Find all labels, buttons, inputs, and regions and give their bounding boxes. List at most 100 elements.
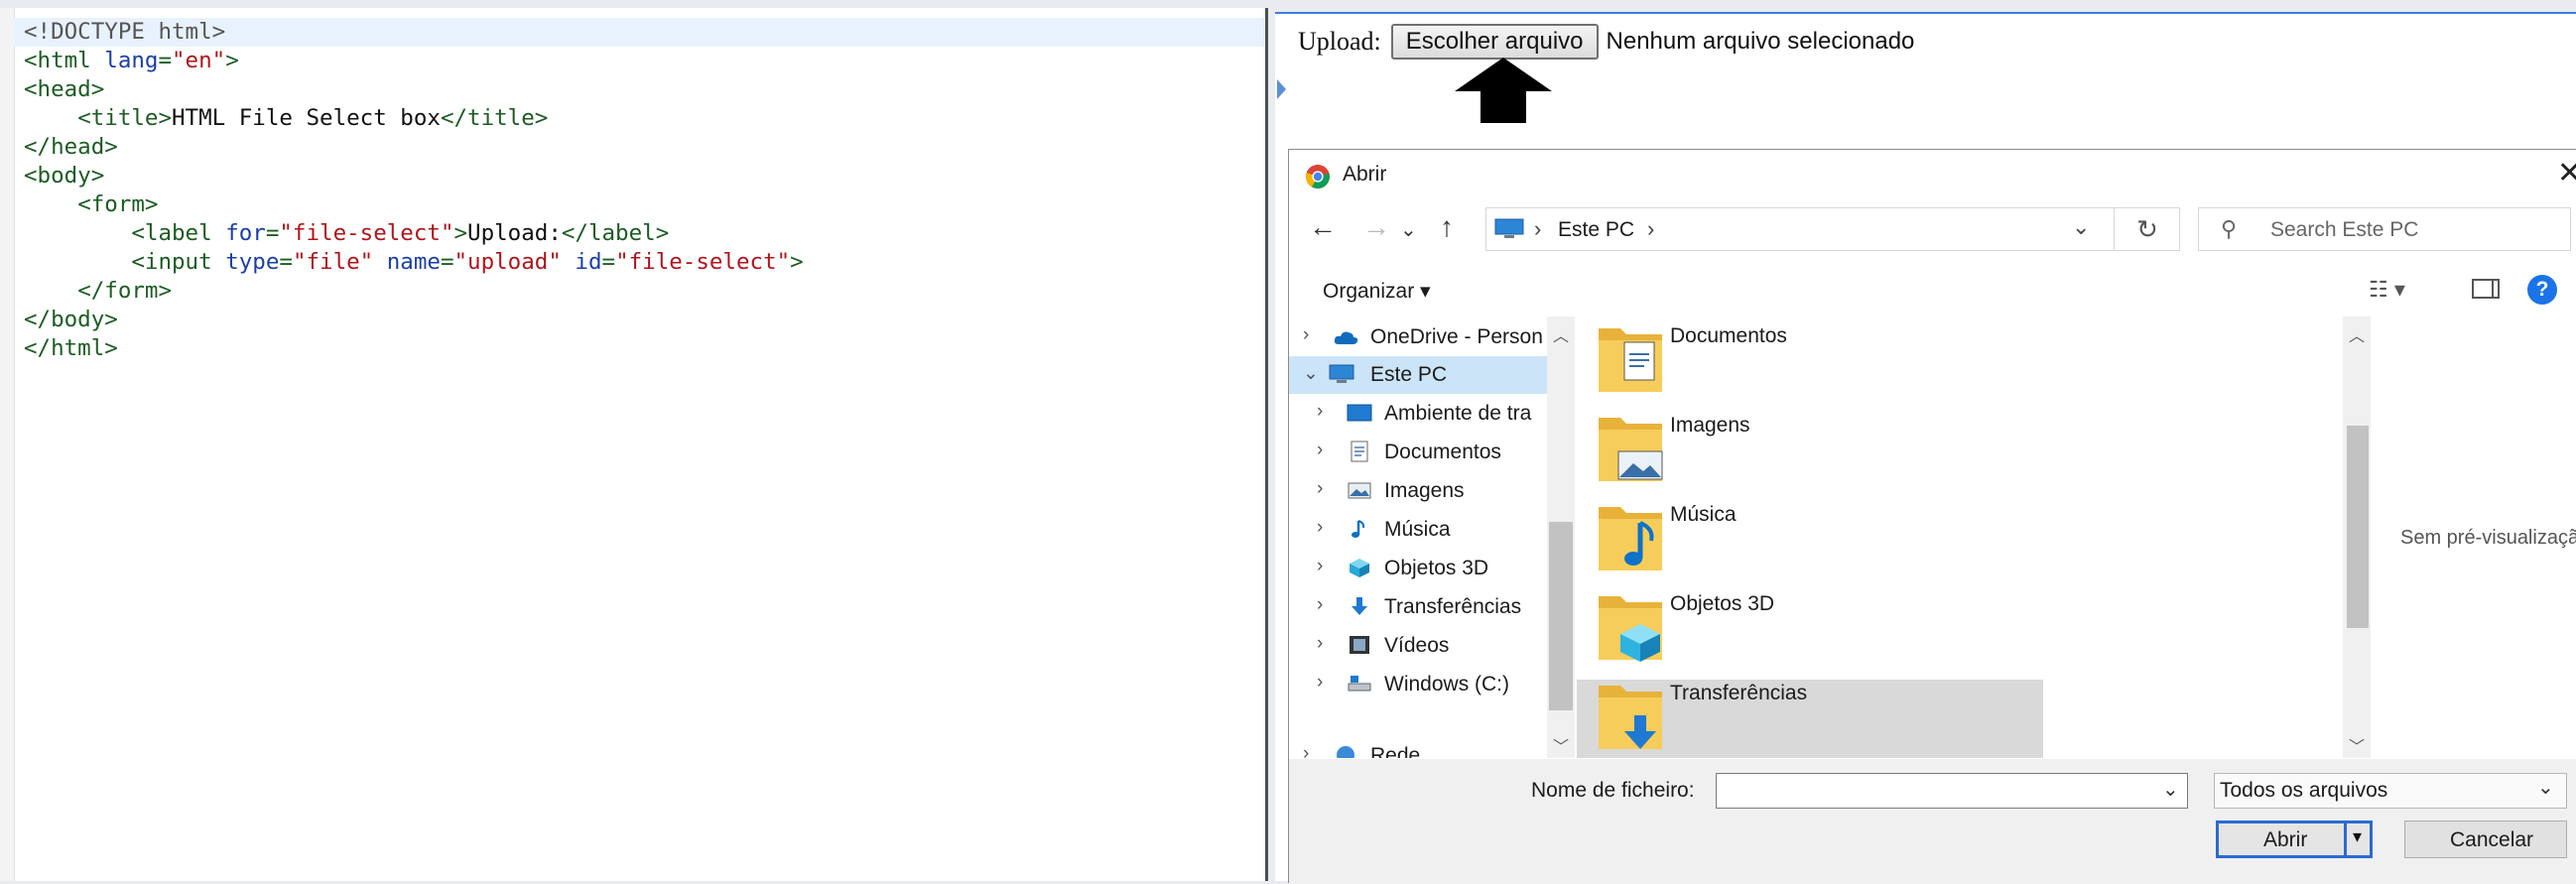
nav-item[interactable]: › Transferências (1289, 588, 1547, 626)
breadcrumb-separator-icon[interactable]: › (1647, 216, 1654, 242)
file-list-scrollbar-thumb[interactable] (2347, 426, 2369, 628)
folder-item[interactable]: Transferências (1577, 680, 2043, 758)
filename-input[interactable] (1716, 773, 2188, 809)
folder-item[interactable]: Documentos (1577, 322, 2043, 414)
computer-icon (1329, 364, 1354, 383)
nav-item-label: Vídeos (1384, 634, 1450, 657)
nav-item[interactable]: › OneDrive - Person (1289, 318, 1547, 356)
download-icon (1352, 597, 1367, 615)
code-token: "file-select" (615, 249, 791, 275)
folder-images-icon (1599, 418, 1663, 481)
forward-arrow-icon[interactable]: → (1362, 211, 1390, 243)
code-line[interactable]: <head> (24, 75, 1264, 104)
navigation-pane[interactable]: › OneDrive - Person ⌄ Este PC › Ambiente de t… (1289, 316, 1547, 758)
nav-item[interactable]: › Imagens (1289, 472, 1547, 510)
nav-item[interactable]: › Objetos 3D (1289, 550, 1547, 587)
code-line[interactable]: </head> (24, 133, 1264, 162)
recent-locations-chevron-icon[interactable]: ⌄ (1400, 217, 1417, 242)
filename-dropdown-chevron-icon[interactable]: ⌄ (2162, 777, 2179, 802)
code-line[interactable]: <input type="file" name="upload" id="fil… (24, 248, 1264, 277)
expand-chevron-icon[interactable]: › (1317, 633, 1323, 655)
code-line[interactable]: <title>HTML File Select box</title> (24, 104, 1264, 133)
folder-label: Transferências (1670, 682, 1808, 704)
search-placeholder[interactable]: Search Este PC (2270, 218, 2418, 242)
nav-item[interactable]: › Windows (C:) (1289, 666, 1547, 703)
code-token: <head> (24, 76, 105, 102)
folder-label: Documentos (1670, 324, 1787, 347)
code-token: </html> (24, 335, 118, 361)
refresh-icon[interactable]: ↻ (2114, 207, 2180, 251)
code-line[interactable]: <form> (24, 190, 1264, 219)
cancel-button-label[interactable]: Cancelar (2450, 828, 2533, 852)
expand-chevron-icon[interactable]: › (1317, 440, 1323, 461)
folder-item[interactable]: Música (1577, 501, 2043, 592)
scroll-up-arrow-icon[interactable]: ︿ (1553, 322, 1569, 346)
nav-item[interactable]: › Vídeos (1289, 627, 1547, 665)
open-button-label[interactable]: Abrir (2263, 828, 2307, 852)
expand-chevron-icon[interactable]: › (1303, 743, 1309, 758)
chrome-icon (1305, 165, 1330, 189)
scroll-up-arrow-icon[interactable]: ︿ (2349, 322, 2365, 346)
music-icon (1352, 520, 1365, 538)
code-line[interactable]: <!DOCTYPE html> (14, 18, 1264, 47)
folder-item[interactable]: Objetos 3D (1577, 590, 2043, 682)
code-token: </head> (24, 134, 118, 160)
open-options-arrow-icon[interactable]: ▾ (2353, 826, 2362, 847)
code-token: type (225, 249, 280, 275)
expand-chevron-icon[interactable]: › (1317, 517, 1323, 539)
nav-item-label: Windows (C:) (1384, 673, 1510, 695)
code-line[interactable]: </form> (24, 277, 1264, 306)
code-line[interactable]: <html lang="en"> (24, 47, 1264, 75)
file-type-chevron-icon[interactable]: ⌄ (2537, 775, 2554, 800)
code-token: <title> (77, 105, 173, 131)
expand-chevron-icon[interactable]: › (1317, 401, 1323, 423)
nav-item[interactable]: ⌄ Este PC (1289, 356, 1547, 394)
expand-chevron-icon[interactable]: › (1317, 478, 1323, 500)
expand-chevron-icon[interactable]: ⌄ (1303, 362, 1319, 385)
file-list[interactable]: Documentos Imagens Música Objetos 3D Transfe… (1577, 316, 2371, 758)
code-area[interactable]: <!DOCTYPE html> <html lang="en"> <head> <t… (14, 18, 1264, 363)
folder-music-icon (1599, 507, 1662, 570)
nav-item[interactable]: › Ambiente de tra (1289, 395, 1547, 433)
navigation-scrollbar-thumb[interactable] (1549, 522, 1573, 710)
help-icon[interactable]: ? (2527, 275, 2557, 305)
upload-label: Upload: (1298, 27, 1381, 56)
preview-pane-icon[interactable] (2472, 279, 2500, 299)
desktop-icon (1347, 404, 1372, 422)
address-dropdown-chevron-icon[interactable]: ⌄ (2072, 214, 2090, 240)
organize-menu-button[interactable]: Organizar ▾ (1323, 279, 1431, 304)
code-line[interactable]: </body> (24, 306, 1264, 334)
change-view-icon[interactable]: ☷ ▾ (2369, 277, 2405, 303)
dialog-title-bar[interactable] (1289, 150, 2576, 199)
back-arrow-icon[interactable]: ← (1309, 211, 1337, 243)
folder-item[interactable]: Imagens (1577, 412, 2043, 503)
nav-item[interactable]: › Documentos (1289, 434, 1547, 471)
expand-chevron-icon[interactable]: › (1317, 556, 1323, 577)
scroll-down-arrow-icon[interactable]: ﹀ (1553, 733, 1569, 757)
nav-item[interactable]: › Rede (1289, 737, 1547, 758)
expand-chevron-icon[interactable]: › (1317, 594, 1323, 616)
code-token: "file-select" (279, 220, 454, 246)
code-line[interactable]: </html> (24, 334, 1264, 363)
editor-gutter (0, 8, 15, 881)
search-box[interactable]: ⚲ Search Este PC (2198, 207, 2571, 251)
expand-chevron-icon[interactable]: › (1303, 324, 1309, 346)
code-editor[interactable]: <!DOCTYPE html> <html lang="en"> <head> <t… (0, 8, 1268, 881)
nav-item[interactable]: › Música (1289, 511, 1547, 549)
code-line[interactable]: <label for="file-select">Upload:</label> (24, 219, 1264, 248)
scroll-down-arrow-icon[interactable]: ﹀ (2349, 733, 2365, 757)
choose-file-button[interactable]: Escolher arquivo (1390, 24, 1599, 60)
up-folder-arrow-icon[interactable]: ↑ (1440, 211, 1454, 243)
address-bar[interactable]: › Este PC › ⌄ ↻ (1485, 207, 2180, 251)
folder-documents-icon (1599, 328, 1662, 392)
breadcrumb-este-pc[interactable]: Este PC (1558, 218, 1634, 242)
code-line[interactable]: <body> (24, 162, 1264, 190)
file-type-value[interactable]: Todos os arquivos (2220, 779, 2387, 803)
breadcrumb-separator-icon: › (1534, 216, 1542, 241)
collapse-arrow-icon[interactable] (1277, 79, 1286, 99)
expand-chevron-icon[interactable]: › (1317, 672, 1323, 694)
code-token: = (265, 220, 280, 246)
close-icon[interactable]: ✕ (2557, 156, 2576, 190)
nav-item-label: Transferências (1384, 595, 1522, 618)
